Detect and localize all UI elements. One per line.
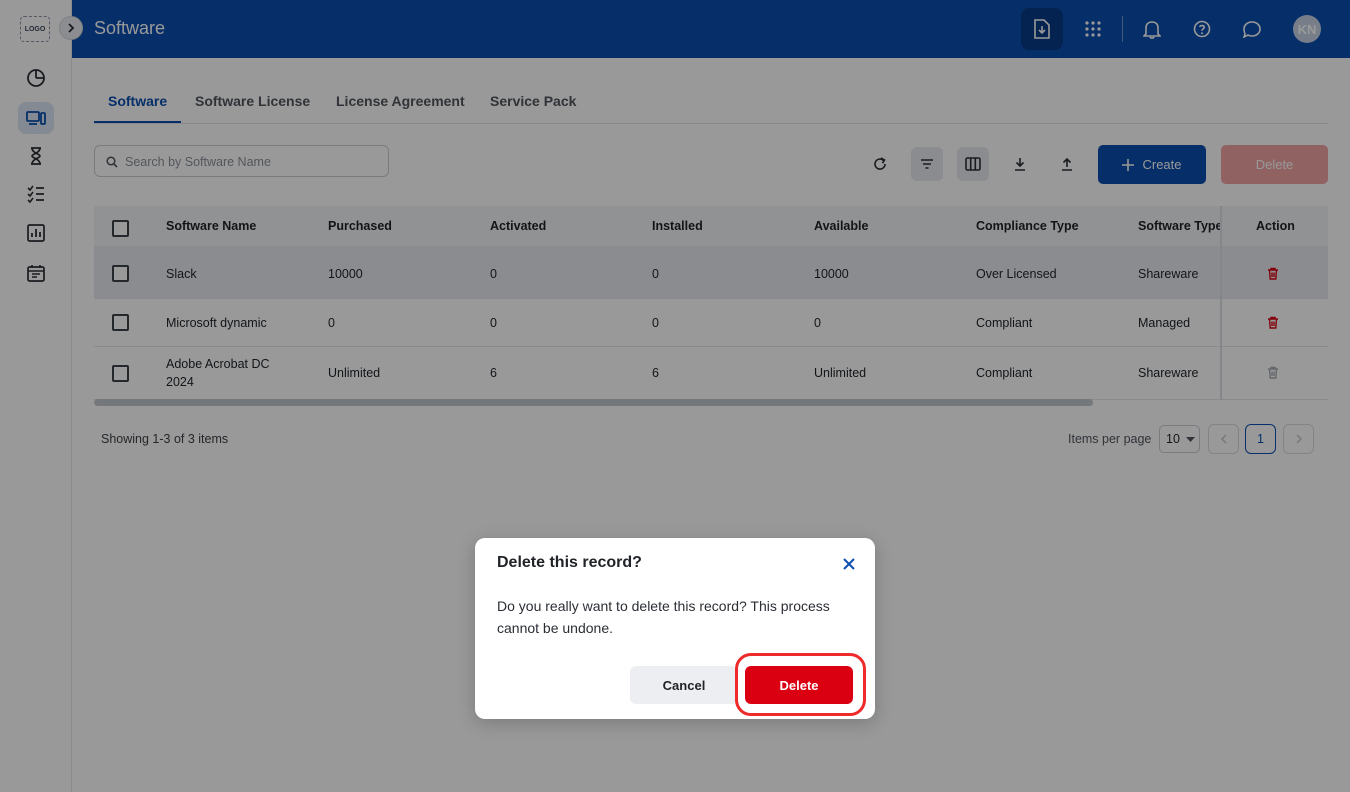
cancel-button[interactable]: Cancel: [630, 666, 738, 704]
dialog-close-button[interactable]: [839, 554, 859, 574]
delete-confirm-dialog: Delete this record? Do you really want t…: [475, 538, 875, 719]
dialog-message: Do you really want to delete this record…: [497, 598, 830, 636]
confirm-delete-button[interactable]: Delete: [745, 666, 853, 704]
dialog-title: Delete this record?: [497, 554, 642, 571]
close-icon: [843, 558, 855, 570]
